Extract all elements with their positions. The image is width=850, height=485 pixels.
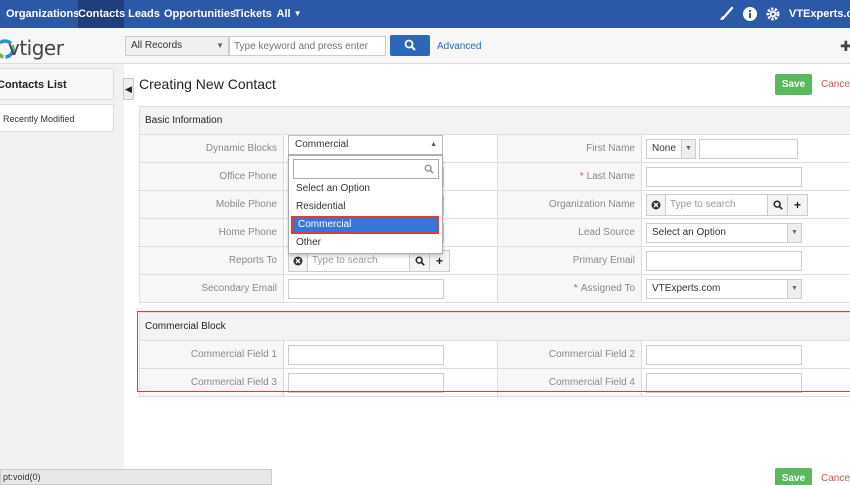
first-name-label: First Name bbox=[497, 134, 642, 163]
nav-leads[interactable]: Leads bbox=[126, 0, 162, 28]
last-name-cell bbox=[641, 162, 850, 191]
records-filter-select[interactable]: All Records ▼ bbox=[125, 36, 229, 56]
office-phone-label: Office Phone bbox=[139, 162, 284, 191]
save-button-bottom[interactable]: Save bbox=[775, 468, 812, 485]
nav-organizations[interactable]: Organizations bbox=[6, 0, 79, 28]
section-title: Basic Information bbox=[139, 106, 850, 135]
save-button[interactable]: Save bbox=[775, 74, 812, 95]
page-title: Creating New Contact bbox=[139, 76, 276, 92]
organization-label: Organization Name bbox=[497, 190, 642, 219]
nav-contacts[interactable]: Contacts bbox=[78, 0, 125, 28]
assigned-to-label: Assigned To bbox=[580, 283, 635, 294]
organization-cell: Type to search + bbox=[641, 190, 850, 219]
salutation-value: None bbox=[652, 142, 676, 154]
nav-tickets[interactable]: Tickets bbox=[234, 0, 272, 28]
required-asterisk: * bbox=[573, 283, 578, 294]
left-sidebar: Contacts List Recently Modified bbox=[0, 64, 124, 485]
last-name-input[interactable] bbox=[646, 166, 802, 187]
basic-information-table: Basic Information Dynamic Blocks First N… bbox=[139, 106, 850, 303]
assigned-to-select[interactable]: VTExperts.com ▼ bbox=[646, 278, 802, 299]
gear-icon[interactable] bbox=[765, 6, 781, 22]
last-name-label: Last Name bbox=[586, 171, 635, 182]
sidebar-item-recently-modified[interactable]: Recently Modified bbox=[0, 104, 114, 132]
advanced-search-link[interactable]: Advanced bbox=[437, 41, 481, 52]
home-phone-label: Home Phone bbox=[139, 218, 284, 247]
primary-email-label: Primary Email bbox=[497, 246, 642, 275]
nav-all-label: All bbox=[276, 8, 291, 20]
info-icon[interactable] bbox=[742, 6, 758, 22]
chevron-down-icon: ▼ bbox=[293, 9, 302, 18]
chevron-down-icon: ▼ bbox=[787, 279, 801, 298]
top-nav: Organizations Contacts Leads Opportuniti… bbox=[0, 0, 850, 28]
first-name-cell: None ▼ bbox=[641, 134, 850, 163]
salutation-select[interactable]: None ▼ bbox=[646, 138, 696, 159]
clear-circle-icon[interactable] bbox=[646, 193, 666, 216]
mobile-phone-label: Mobile Phone bbox=[139, 190, 284, 219]
lookup-search-icon[interactable] bbox=[768, 193, 788, 216]
dropdown-option-residential[interactable]: Residential bbox=[290, 198, 441, 216]
lead-source-label: Lead Source bbox=[497, 218, 642, 247]
search-button[interactable] bbox=[390, 35, 430, 56]
dropdown-option-other[interactable]: Other bbox=[290, 234, 441, 252]
plus-icon[interactable]: ✚ bbox=[840, 38, 850, 55]
chevron-down-icon: ▼ bbox=[216, 41, 224, 50]
chevron-down-icon: ▼ bbox=[787, 223, 801, 242]
organization-search-input[interactable]: Type to search bbox=[666, 193, 768, 216]
commercial-block-highlight bbox=[137, 311, 850, 392]
first-name-input[interactable] bbox=[698, 138, 798, 159]
dropdown-search-input[interactable] bbox=[293, 159, 439, 179]
search-input[interactable] bbox=[229, 36, 386, 56]
lead-source-cell: Select an Option ▼ bbox=[641, 218, 850, 247]
records-filter-value: All Records bbox=[131, 40, 183, 51]
assigned-to-value: VTExperts.com bbox=[652, 282, 721, 294]
required-asterisk: * bbox=[579, 171, 584, 182]
user-name[interactable]: VTExperts.com bbox=[789, 0, 850, 28]
last-name-label-cell: * Last Name bbox=[497, 162, 642, 191]
secondary-email-cell bbox=[283, 274, 498, 303]
chevron-up-icon: ▲ bbox=[430, 141, 437, 148]
search-icon bbox=[424, 164, 434, 174]
dropdown-option-select[interactable]: Select an Option bbox=[290, 180, 441, 198]
chevron-down-icon: ▼ bbox=[681, 139, 695, 158]
logo-text: vtiger bbox=[8, 36, 64, 60]
secondary-email-input[interactable] bbox=[288, 278, 444, 299]
search-bar: vtiger All Records ▼ Advanced ✚ bbox=[0, 28, 850, 64]
add-plus-icon[interactable]: + bbox=[788, 193, 808, 216]
primary-email-cell bbox=[641, 246, 850, 275]
sidebar-title[interactable]: Contacts List bbox=[0, 68, 114, 100]
reports-to-label: Reports To bbox=[139, 246, 284, 275]
organization-reference-field: Type to search + bbox=[646, 193, 808, 216]
lead-source-value: Select an Option bbox=[652, 226, 726, 238]
cancel-link[interactable]: Cancel bbox=[821, 79, 850, 90]
dynamic-blocks-select[interactable]: Commercial ▲ bbox=[288, 135, 443, 155]
secondary-email-label: Secondary Email bbox=[139, 274, 284, 303]
nav-all[interactable]: All ▼ bbox=[276, 0, 302, 28]
dropdown-option-commercial[interactable]: Commercial bbox=[291, 216, 439, 234]
nav-opportunities[interactable]: Opportunities bbox=[164, 0, 236, 28]
dynamic-blocks-dropdown: Select an Option Residential Commercial … bbox=[288, 155, 443, 254]
status-bar: pt:void(0) bbox=[0, 469, 272, 485]
assigned-to-cell: VTExperts.com ▼ bbox=[641, 274, 850, 303]
collapse-sidebar-icon[interactable]: ◀ bbox=[123, 78, 134, 100]
dynamic-blocks-value: Commercial bbox=[295, 139, 349, 150]
assigned-to-label-cell: * Assigned To bbox=[497, 274, 642, 303]
search-icon bbox=[404, 39, 416, 51]
cancel-link-bottom[interactable]: Cancel bbox=[821, 473, 850, 484]
primary-email-input[interactable] bbox=[646, 250, 802, 271]
brush-icon[interactable] bbox=[718, 6, 734, 22]
dynamic-blocks-label: Dynamic Blocks bbox=[139, 134, 284, 163]
lead-source-select[interactable]: Select an Option ▼ bbox=[646, 222, 802, 243]
